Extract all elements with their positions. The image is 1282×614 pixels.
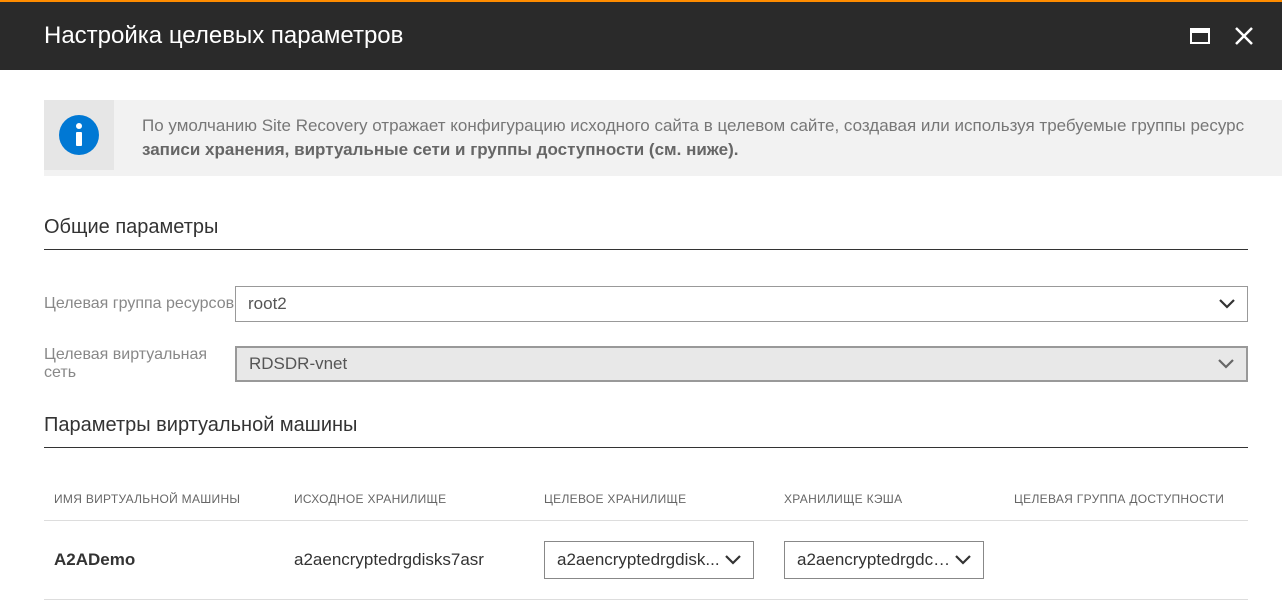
info-text-bold: записи хранения, виртуальные сети и груп… xyxy=(142,140,738,159)
th-cache-storage: ХРАНИЛИЩЕ КЭША xyxy=(784,492,1014,506)
th-target-storage: ЦЕЛЕВОЕ ХРАНИЛИЩЕ xyxy=(544,492,784,506)
chevron-down-icon xyxy=(1219,294,1235,314)
info-icon-box xyxy=(44,100,114,170)
info-banner: По умолчанию Site Recovery отражает конф… xyxy=(44,100,1282,176)
th-vm-name: ИМЯ ВИРТУАЛЬНОЙ МАШИНЫ xyxy=(54,492,294,506)
chevron-down-icon xyxy=(955,550,971,570)
table-row: A2ADemo a2aencryptedrgdisks7asr a2aencry… xyxy=(44,521,1248,600)
vm-table: ИМЯ ВИРТУАЛЬНОЙ МАШИНЫ ИСХОДНОЕ ХРАНИЛИЩ… xyxy=(44,492,1248,600)
vnet-value: RDSDR-vnet xyxy=(249,354,347,374)
target-storage-value: a2aencryptedrgdisk... xyxy=(557,550,720,570)
vnet-label: Целевая виртуальная сеть xyxy=(44,346,239,382)
close-icon[interactable] xyxy=(1234,26,1254,46)
info-text: По умолчанию Site Recovery отражает конф… xyxy=(114,100,1244,176)
resource-group-value: root2 xyxy=(248,294,287,314)
cache-storage-dropdown[interactable]: a2aencryptedrgdcac.. xyxy=(784,541,984,579)
resource-group-dropdown[interactable]: root2 xyxy=(235,286,1248,322)
resource-group-label: Целевая группа ресурсов xyxy=(44,295,239,313)
chevron-down-icon xyxy=(1218,354,1234,374)
cell-source-storage: a2aencryptedrgdisks7asr xyxy=(294,550,544,570)
target-storage-dropdown[interactable]: a2aencryptedrgdisk... xyxy=(544,541,754,579)
blade-title: Настройка целевых параметров xyxy=(44,22,403,50)
info-text-line1: По умолчанию Site Recovery отражает конф… xyxy=(142,116,1244,135)
vm-section-title: Параметры виртуальной машины xyxy=(44,414,1248,448)
chevron-down-icon xyxy=(725,550,741,570)
general-section-title: Общие параметры xyxy=(44,216,1248,250)
th-availability-group: ЦЕЛЕВАЯ ГРУППА ДОСТУПНОСТИ xyxy=(1014,492,1238,506)
vnet-dropdown[interactable]: RDSDR-vnet xyxy=(235,346,1248,382)
table-header: ИМЯ ВИРТУАЛЬНОЙ МАШИНЫ ИСХОДНОЕ ХРАНИЛИЩ… xyxy=(44,492,1248,521)
info-icon xyxy=(59,115,99,155)
resource-group-row: Целевая группа ресурсов root2 xyxy=(44,286,1248,322)
cell-vm-name: A2ADemo xyxy=(54,550,294,570)
blade-content: По умолчанию Site Recovery отражает конф… xyxy=(0,70,1282,600)
blade-header: Настройка целевых параметров xyxy=(0,2,1282,70)
th-source-storage: ИСХОДНОЕ ХРАНИЛИЩЕ xyxy=(294,492,544,506)
vnet-row: Целевая виртуальная сеть RDSDR-vnet xyxy=(44,346,1248,382)
maximize-icon[interactable] xyxy=(1190,26,1210,46)
cache-storage-value: a2aencryptedrgdcac.. xyxy=(797,550,955,570)
header-actions xyxy=(1190,26,1254,46)
